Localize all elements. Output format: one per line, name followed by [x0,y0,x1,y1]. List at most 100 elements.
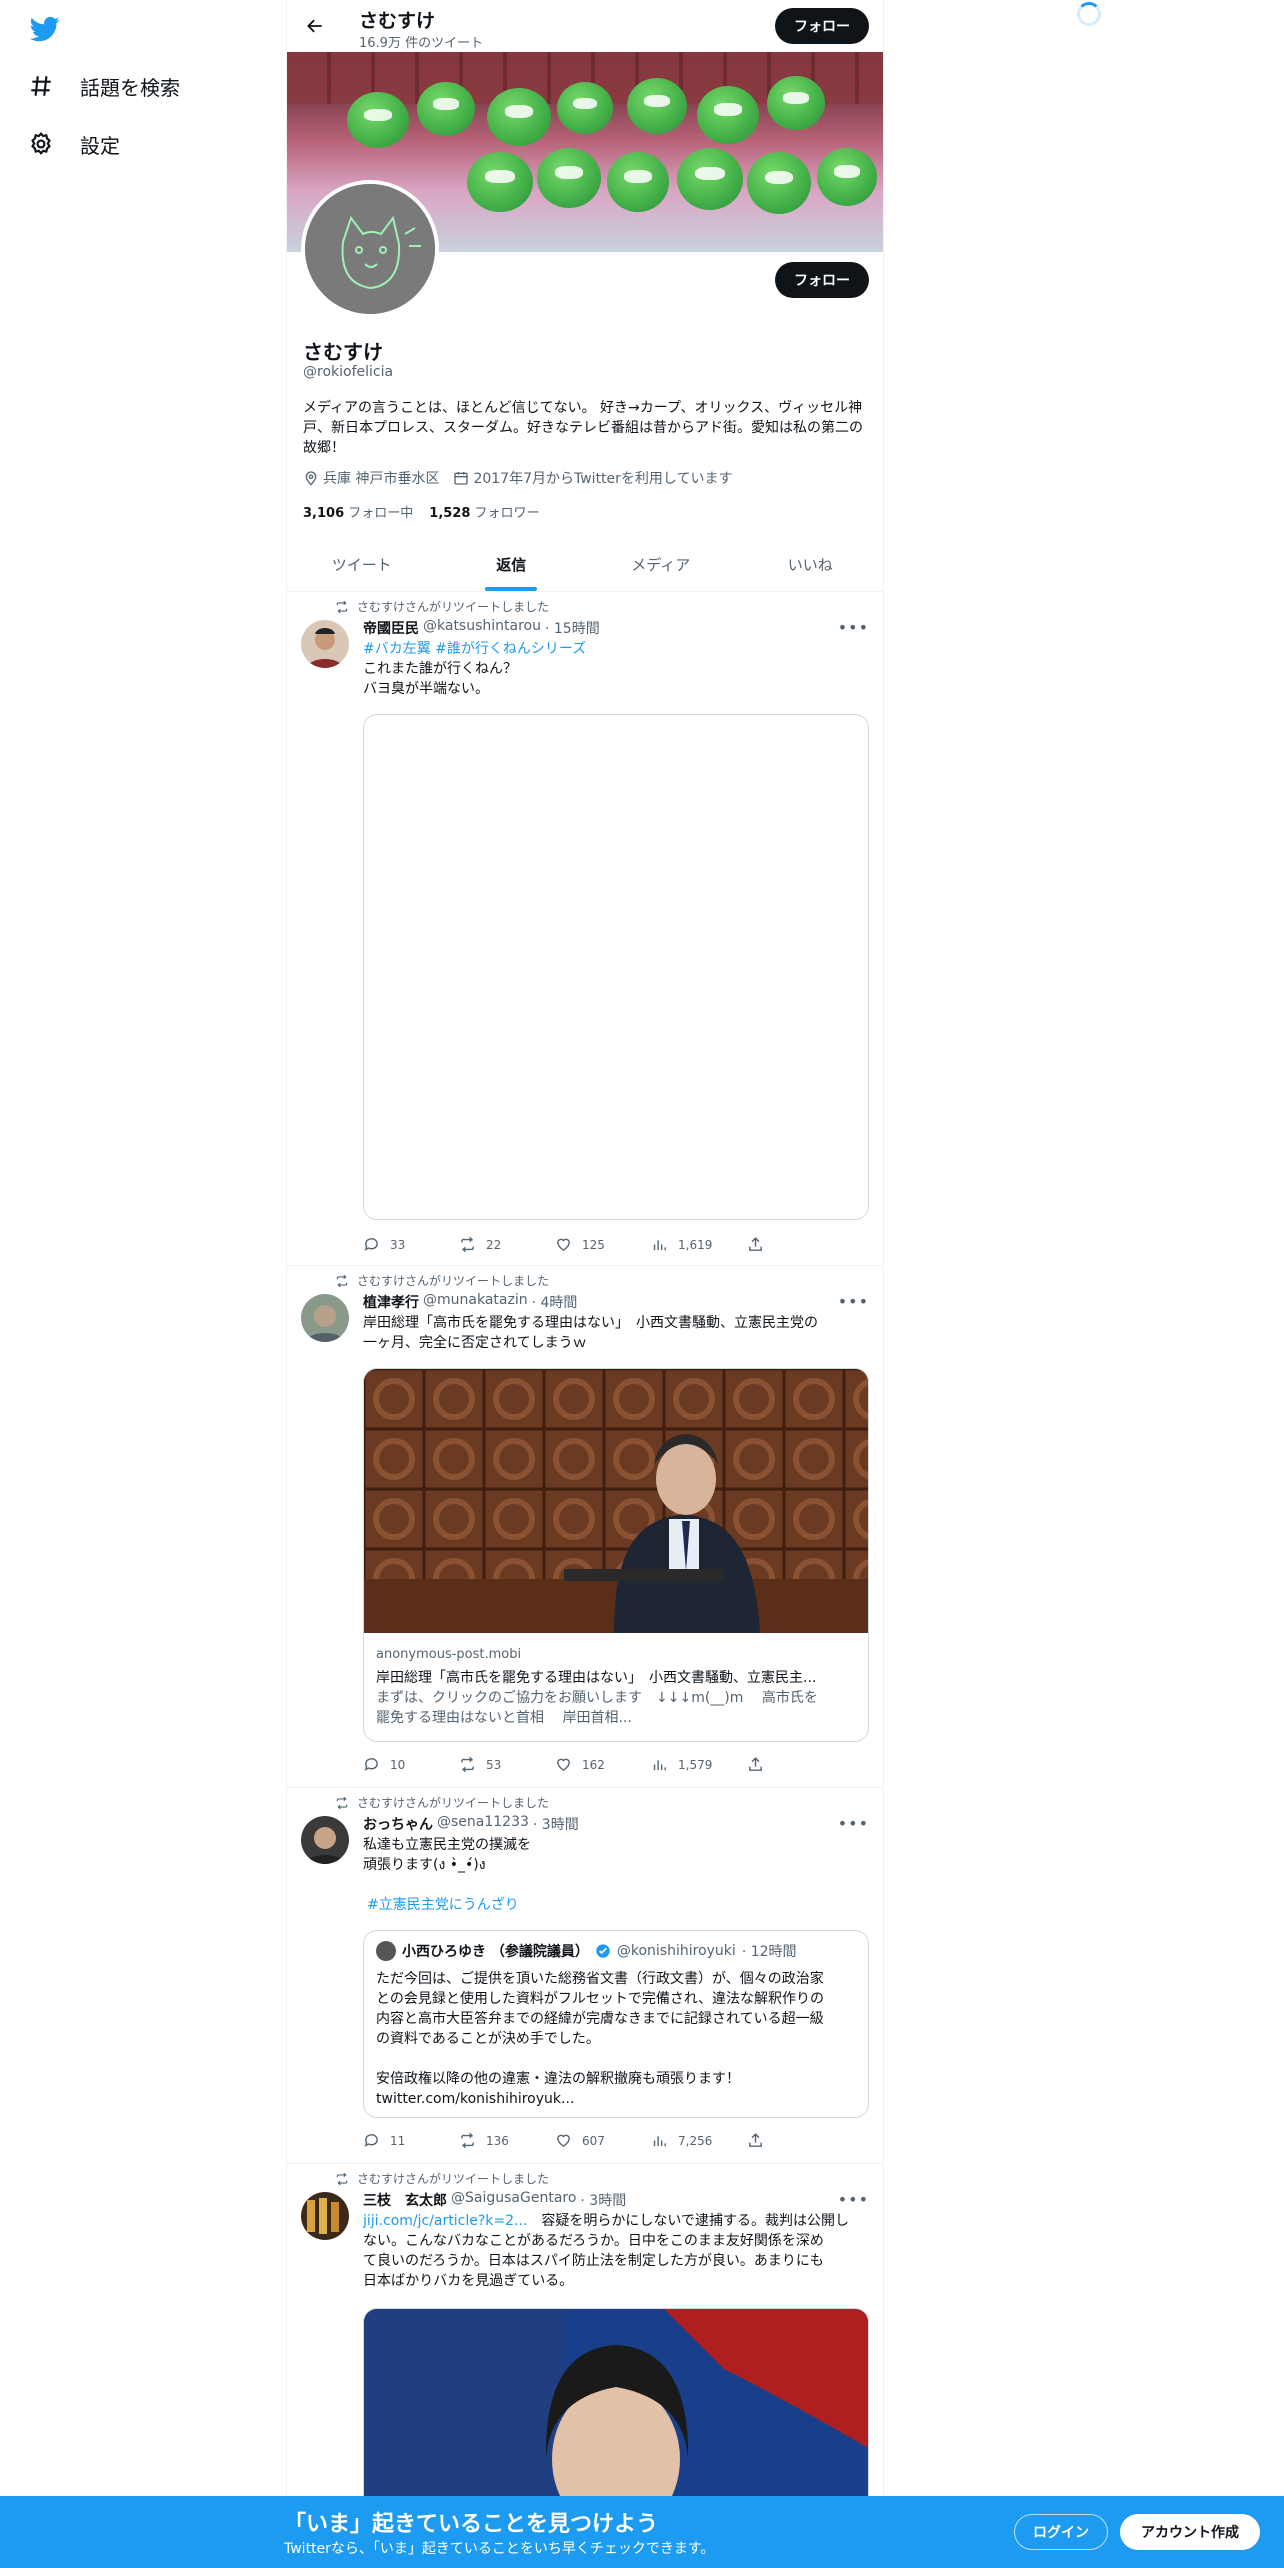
author-handle[interactable]: @munakatazin [423,1292,528,1312]
quote-header: 小西ひろゆき （参議院議員） @konishihiroyuki · 12時間 [376,1941,797,1961]
quote-tweet[interactable]: 小西ひろゆき （参議院議員） @konishihiroyuki · 12時間 た… [363,1930,869,2118]
retweet-count: 22 [486,1237,502,1252]
author-handle[interactable]: @katsushintarou [423,618,541,638]
avatar[interactable] [301,2192,349,2240]
like-count: 162 [582,1757,605,1772]
banner-plush [817,148,877,206]
heart-icon [557,1758,570,1772]
reply-button[interactable]: 10 [363,1756,459,1773]
tab-replies[interactable]: 返信 [437,538,587,591]
avatar[interactable] [301,1294,349,1342]
like-button[interactable]: 125 [555,1236,651,1253]
author-handle[interactable]: @SaigusaGentaro [451,2190,576,2210]
views-button[interactable]: 7,256 [651,2132,747,2149]
like-count: 607 [582,2133,605,2148]
profile-avatar[interactable] [301,180,439,318]
article-link[interactable]: jiji.com/jc/article?k=2... [363,2213,527,2229]
following-link[interactable]: 3,106 フォロー中 [303,502,413,521]
author-name[interactable]: 帝國臣民 [363,618,419,638]
views-button[interactable]: 1,579 [651,1756,747,1773]
author-handle[interactable]: @sena11233 [437,1814,529,1834]
profile-location: 兵庫 神戸市垂水区 [303,468,439,488]
hashtag-link[interactable]: #立憲民主党にうんざり [367,1897,519,1913]
avatar[interactable] [301,620,349,668]
nav-explore[interactable]: 話題を検索 [28,66,180,106]
header-title: さむすけ [359,10,436,32]
tab-tweets[interactable]: ツイート [287,538,437,591]
avatar[interactable] [301,1816,349,1864]
followers-link[interactable]: 1,528 フォロワー [429,502,539,521]
nav-settings-label: 設定 [80,133,120,158]
banner-plush [627,78,687,134]
tweet-media-embed[interactable] [363,714,869,1220]
link-card[interactable]: anonymous-post.mobi 岸田総理「高市氏を罷免する理由はない」 … [363,1368,869,1742]
profile-follow-button[interactable]: フォロー [775,262,869,298]
more-options-icon[interactable]: ••• [838,618,869,637]
like-button[interactable]: 607 [555,2132,651,2149]
retweet-indicator: さむすけさんがリツイートしました [335,1272,549,1289]
twitter-bird-icon[interactable] [28,14,62,44]
signup-banner-subtext: Twitterなら、「いま」起きていることをいち早くチェックできます。 [284,2541,715,2557]
reply-count: 10 [390,1757,406,1772]
tweet-time[interactable]: · 3時間 [580,2190,626,2210]
retweet-button[interactable]: 22 [459,1236,555,1253]
nav-settings[interactable]: 設定 [28,124,120,164]
back-button[interactable] [301,12,329,40]
tweet[interactable]: さむすけさんがリツイートしました おっちゃん @sena11233 · 3時間 … [287,1788,883,2164]
more-options-icon[interactable]: ••• [838,2190,869,2209]
banner-plush [417,82,475,136]
like-button[interactable]: 162 [555,1756,651,1773]
quote-author-handle: @konishihiroyuki [616,1943,736,1959]
reply-button[interactable]: 33 [363,1236,459,1253]
author-name[interactable]: 三枝 玄太郎 [363,2190,447,2210]
signup-button[interactable]: アカウント作成 [1120,2514,1260,2550]
heart-icon [557,1238,570,1252]
author-name[interactable]: おっちゃん [363,1814,433,1834]
views-chart-icon [653,2136,666,2147]
tweet-text-fragment: 容疑を明らかにしないで逮捕する。裁判は公開し [527,2213,849,2229]
tweet-hashtags: #バカ左翼 #誰が行くねんシリーズ [363,640,871,659]
tweet-header: おっちゃん @sena11233 · 3時間 [363,1814,579,1834]
followers-label: フォロワー [474,506,540,521]
share-button[interactable] [747,2132,843,2149]
retweet-label: さむすけさんがリツイートしました [357,1274,550,1288]
retweet-button[interactable]: 53 [459,1756,555,1773]
tweet-time[interactable]: · 15時間 [545,618,600,638]
profile-header: さむすけ 16.9万 件のツイート フォロー [287,0,883,52]
following-count: 3,106 [303,506,345,521]
arrow-left-icon [307,19,322,33]
quote-avatar [376,1941,396,1961]
profile-bio: メディアの言うことは、ほとんど信じてない。 好き→カープ、オリックス、ヴィッセル… [303,400,863,456]
tweet[interactable]: さむすけさんがリツイートしました 帝國臣民 @katsushintarou · … [287,592,883,1266]
share-button[interactable] [747,1756,843,1773]
tab-likes[interactable]: いいね [736,538,884,591]
views-button[interactable]: 1,619 [651,1236,747,1253]
retweet-icon [336,600,348,613]
tab-media[interactable]: メディア [586,538,736,591]
author-name[interactable]: 植津孝行 [363,1292,419,1312]
reply-button[interactable]: 11 [363,2132,459,2149]
retweet-indicator: さむすけさんがリツイートしました [335,2170,549,2187]
tweet[interactable]: さむすけさんがリツイートしました 植津孝行 @munakatazin · 4時間… [287,1266,883,1788]
quote-text-line: ただ今回は、ご提供を頂いた総務省文書（行政文書）が、個々の政治家 [376,1971,824,1987]
profile-joined: 2017年7月からTwitterを利用しています [453,468,733,488]
tweet-text-line: jiji.com/jc/article?k=2... 容疑を明らかにしないで逮捕… [363,2212,871,2231]
tweet-text-line: 日本ばかりバカを見過ぎている。 [363,2273,574,2289]
header-follow-button[interactable]: フォロー [775,8,869,44]
tweet-time[interactable]: · 4時間 [532,1292,578,1312]
retweet-button[interactable]: 136 [459,2132,555,2149]
tweet-text-line: 私達も立憲民主党の撲滅を [363,1837,531,1853]
view-count: 7,256 [678,2133,713,2148]
hashtag-links[interactable]: #バカ左翼 #誰が行くねんシリーズ [363,641,586,657]
loading-spinner-icon [1077,2,1101,26]
more-options-icon[interactable]: ••• [838,1292,869,1311]
tweet-time[interactable]: · 3時間 [533,1814,579,1834]
retweet-icon [461,1236,474,1253]
login-button[interactable]: ログイン [1014,2514,1108,2550]
followers-count: 1,528 [429,506,471,521]
more-options-icon[interactable]: ••• [838,1814,869,1833]
location-pin-icon [305,471,317,486]
tweet-text-line: 頑張ります(ง •̀_•́)ง [363,1857,486,1873]
retweet-label: さむすけさんがリツイートしました [357,1796,550,1810]
share-button[interactable] [747,1236,843,1253]
